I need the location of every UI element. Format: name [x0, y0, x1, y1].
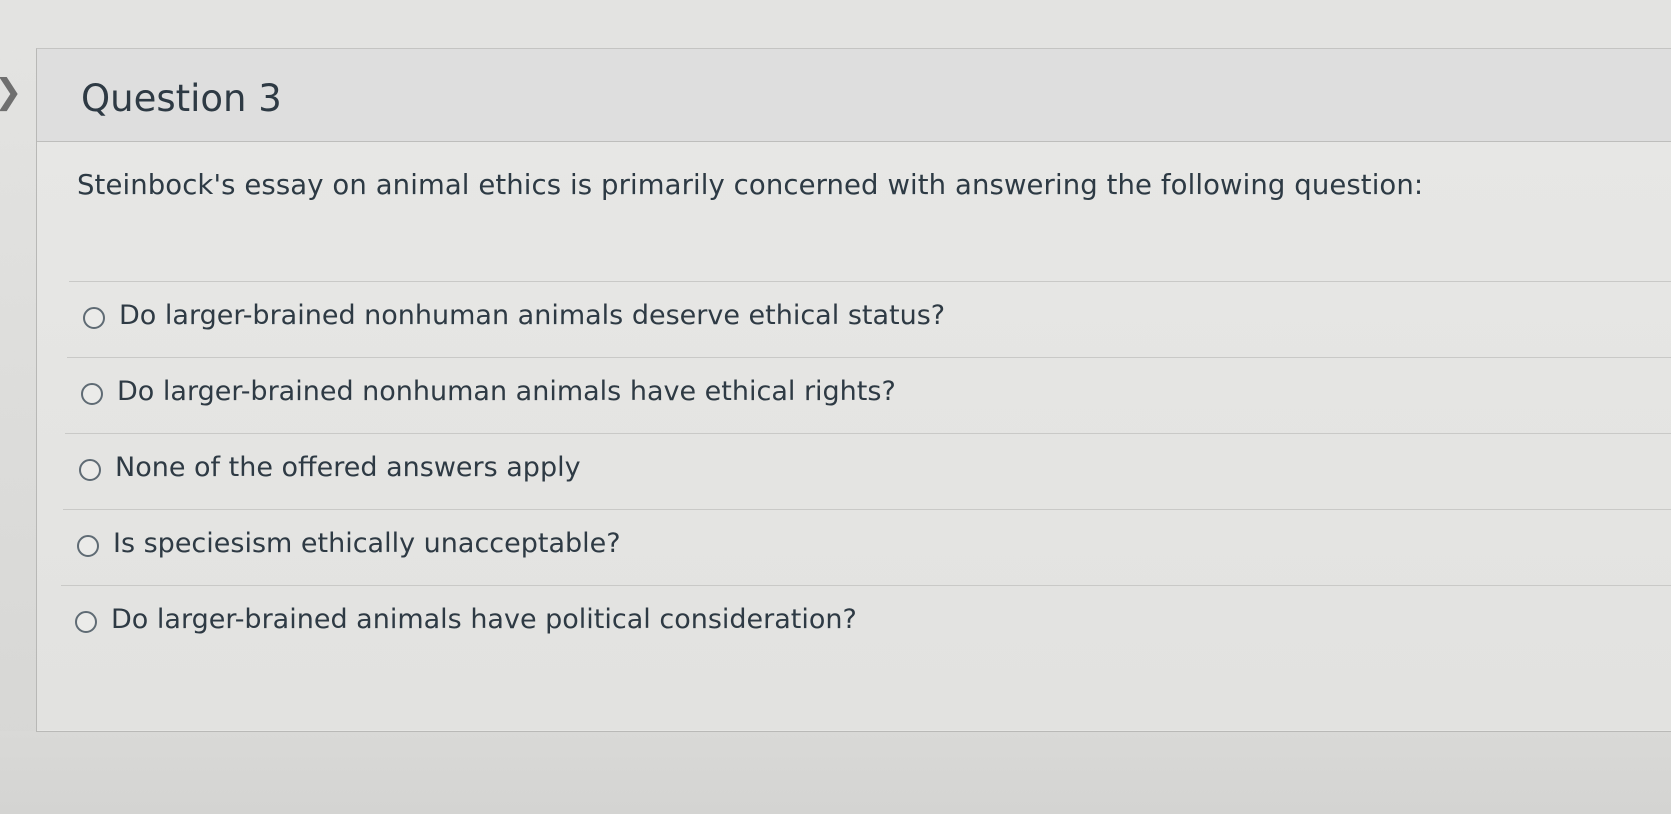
answer-label[interactable]: Do larger-brained animals have political…: [111, 604, 857, 635]
answer-label[interactable]: Do larger-brained nonhuman animals have …: [117, 376, 896, 407]
answer-label[interactable]: Is speciesism ethically unacceptable?: [113, 528, 621, 559]
answer-option-4[interactable]: Is speciesism ethically unacceptable?: [63, 509, 1671, 586]
answer-option-3[interactable]: None of the offered answers apply: [65, 433, 1671, 510]
question-header: Question 3: [37, 49, 1671, 142]
answer-label[interactable]: None of the offered answers apply: [115, 452, 581, 483]
answer-option-1[interactable]: Do larger-brained nonhuman animals deser…: [69, 281, 1671, 358]
page-background: [0, 0, 1671, 48]
radio-button-icon[interactable]: [81, 383, 103, 405]
answer-label[interactable]: Do larger-brained nonhuman animals deser…: [119, 300, 945, 331]
radio-button-icon[interactable]: [83, 307, 105, 329]
chevron-right-icon[interactable]: ❯: [0, 72, 23, 112]
radio-button-icon[interactable]: [79, 459, 101, 481]
question-text: Steinbock's essay on animal ethics is pr…: [77, 169, 1424, 201]
radio-button-icon[interactable]: [75, 611, 97, 633]
page-background-bottom: [0, 731, 1671, 814]
radio-button-icon[interactable]: [77, 535, 99, 557]
answer-option-5[interactable]: Do larger-brained animals have political…: [61, 585, 1671, 662]
question-card: Question 3 Steinbock's essay on animal e…: [36, 48, 1671, 732]
question-title: Question 3: [81, 77, 282, 120]
answer-option-2[interactable]: Do larger-brained nonhuman animals have …: [67, 357, 1671, 434]
